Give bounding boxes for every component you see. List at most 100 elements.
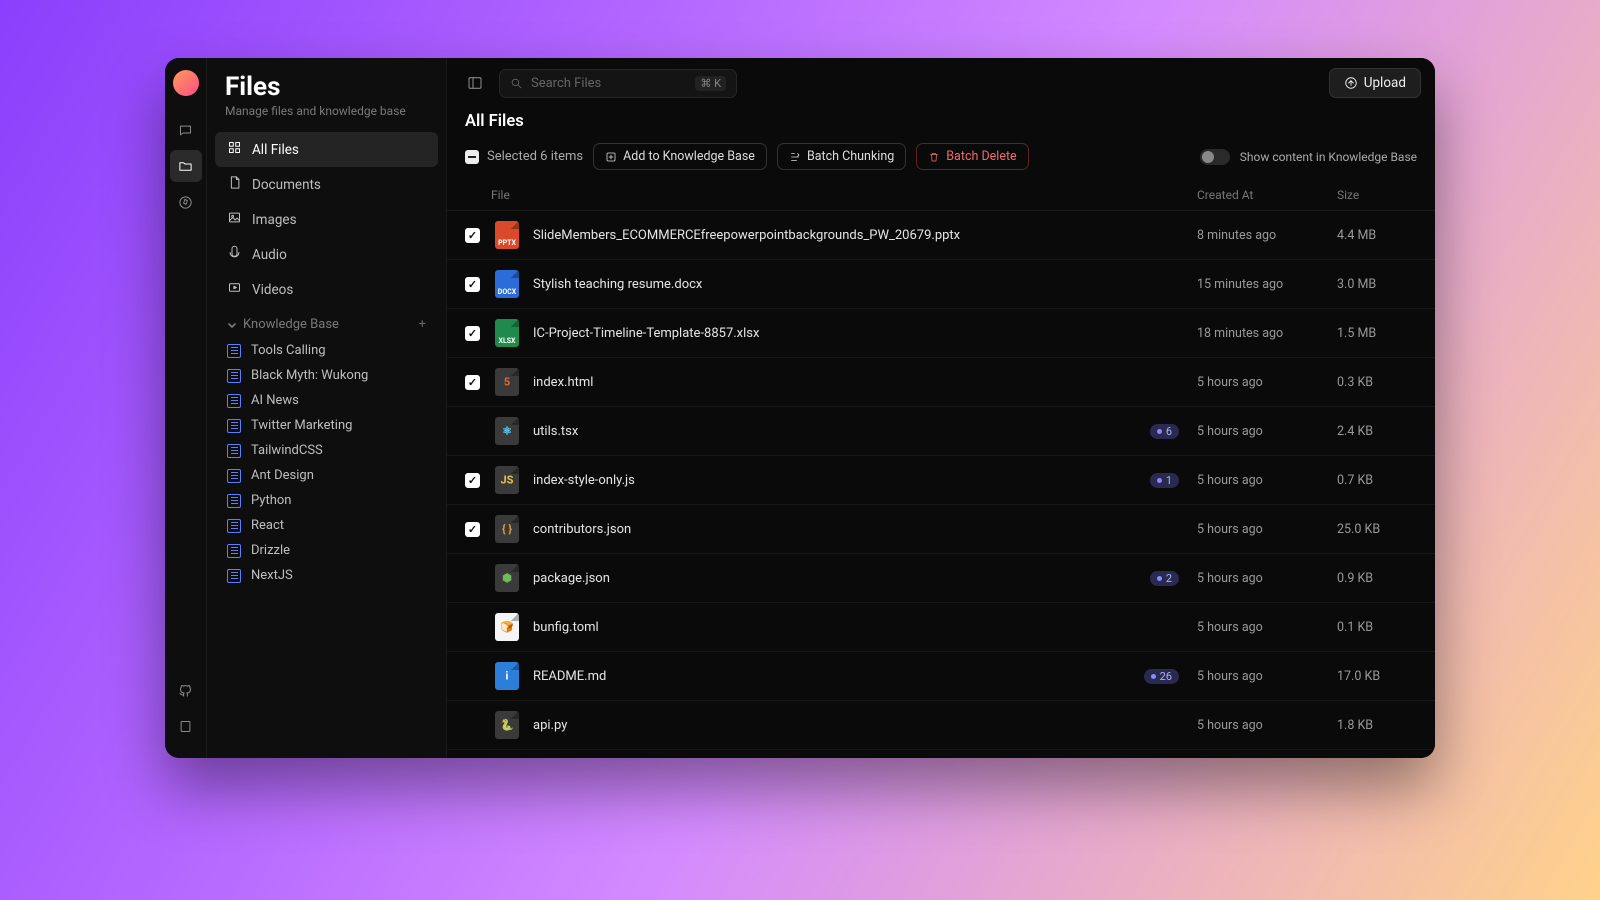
file-row[interactable]: ⬢ package.json 2 5 hours ago 0.9 KB <box>447 554 1435 603</box>
kb-item[interactable]: React <box>215 513 438 538</box>
doc-icon <box>227 444 241 458</box>
file-row[interactable]: DOCX Stylish teaching resume.docx 15 min… <box>447 260 1435 309</box>
row-checkbox[interactable] <box>465 277 480 292</box>
kb-add-button[interactable]: + <box>419 317 426 332</box>
kb-item[interactable]: AI News <box>215 388 438 413</box>
nav-images[interactable]: Images <box>215 202 438 237</box>
add-to-kb-label: Add to Knowledge Base <box>623 149 755 164</box>
nav-audio[interactable]: Audio <box>215 237 438 272</box>
row-checkbox[interactable] <box>465 326 480 341</box>
doc-icon <box>227 544 241 558</box>
row-checkbox[interactable] <box>465 375 480 390</box>
plus-square-icon <box>605 151 617 163</box>
file-row[interactable]: 5 index.html 5 hours ago 0.3 KB <box>447 358 1435 407</box>
file-size: 25.0 KB <box>1337 522 1417 537</box>
page-title: All Files <box>447 108 1435 143</box>
file-row[interactable]: XLSX IC-Project-Timeline-Template-8857.x… <box>447 309 1435 358</box>
file-type-icon: 5 <box>495 368 519 396</box>
desktop-background: Files Manage files and knowledge base Al… <box>0 0 1600 900</box>
file-row[interactable]: PPTX SlideMembers_ECOMMERCEfreepowerpoin… <box>447 211 1435 260</box>
batch-delete-button[interactable]: Batch Delete <box>916 143 1028 170</box>
nav-label: Documents <box>252 177 321 193</box>
row-checkbox[interactable] <box>465 228 480 243</box>
sidebar: Files Manage files and knowledge base Al… <box>207 58 447 758</box>
file-created: 5 hours ago <box>1197 375 1337 390</box>
upload-button[interactable]: Upload <box>1329 68 1421 98</box>
show-in-kb-label: Show content in Knowledge Base <box>1240 150 1417 164</box>
file-type-icon: 🍞 <box>495 613 519 641</box>
file-created: 5 hours ago <box>1197 522 1337 537</box>
chunk-badge: 2 <box>1150 571 1179 586</box>
rail-files[interactable] <box>170 150 202 182</box>
file-name: utils.tsx <box>533 424 1137 439</box>
chat-icon <box>178 123 193 138</box>
table-header: File Created At Size <box>447 180 1435 211</box>
kb-item[interactable]: Twitter Marketing <box>215 413 438 438</box>
kb-item[interactable]: Python <box>215 488 438 513</box>
kb-label: AI News <box>251 393 299 408</box>
nav-documents[interactable]: Documents <box>215 167 438 202</box>
file-name: README.md <box>533 669 1137 684</box>
kb-item[interactable]: Ant Design <box>215 463 438 488</box>
nav-all-files[interactable]: All Files <box>215 132 438 167</box>
sidebar-subtitle: Manage files and knowledge base <box>225 104 428 118</box>
file-type-icon: XLSX <box>495 319 519 347</box>
doc-icon <box>227 344 241 358</box>
kb-item[interactable]: TailwindCSS <box>215 438 438 463</box>
nav-label: Images <box>252 212 297 228</box>
file-row[interactable]: JS index-style-only.js 1 5 hours ago 0.7… <box>447 456 1435 505</box>
col-size[interactable]: Size <box>1337 188 1417 202</box>
file-row[interactable]: { } contributors.json 5 hours ago 25.0 K… <box>447 505 1435 554</box>
file-row[interactable]: M↓ index.mdx 13 5 hours ago 5.4 KB <box>447 750 1435 758</box>
kb-label: React <box>251 518 284 533</box>
collapse-sidebar-button[interactable] <box>461 69 489 97</box>
file-size: 4.4 MB <box>1337 228 1417 243</box>
col-file[interactable]: File <box>489 188 1137 202</box>
nav-videos[interactable]: Videos <box>215 272 438 307</box>
chunk-badge: 26 <box>1144 669 1179 684</box>
file-row[interactable]: ⚛ utils.tsx 6 5 hours ago 2.4 KB <box>447 407 1435 456</box>
file-created: 5 hours ago <box>1197 424 1337 439</box>
show-in-kb-toggle[interactable] <box>1200 149 1230 165</box>
sidebar-title: Files <box>225 72 428 102</box>
file-name: bunfig.toml <box>533 620 1137 635</box>
folder-icon <box>178 159 193 174</box>
doc-icon <box>227 519 241 533</box>
add-to-kb-button[interactable]: Add to Knowledge Base <box>593 143 767 170</box>
doc-icon <box>227 369 241 383</box>
compass-icon <box>178 195 193 210</box>
doc-icon <box>227 175 242 194</box>
search-input[interactable]: Search Files ⌘ K <box>499 69 737 98</box>
kb-item[interactable]: Drizzle <box>215 538 438 563</box>
rail-github[interactable] <box>170 674 202 706</box>
file-created: 5 hours ago <box>1197 620 1337 635</box>
chunk-badge: 1 <box>1150 473 1179 488</box>
rail-docs[interactable] <box>170 710 202 742</box>
kb-section-header[interactable]: Knowledge Base + <box>215 307 438 338</box>
file-name: contributors.json <box>533 522 1137 537</box>
row-checkbox[interactable] <box>465 522 480 537</box>
col-created[interactable]: Created At <box>1197 188 1337 202</box>
file-row[interactable]: 🐍 api.py 5 hours ago 1.8 KB <box>447 701 1435 750</box>
file-created: 5 hours ago <box>1197 571 1337 586</box>
nav-label: Audio <box>252 247 287 263</box>
avatar[interactable] <box>173 70 199 96</box>
search-icon <box>510 77 523 90</box>
trash-icon <box>928 151 940 163</box>
kb-item[interactable]: Black Myth: Wukong <box>215 363 438 388</box>
file-name: index.html <box>533 375 1137 390</box>
audio-icon <box>227 245 242 264</box>
file-name: Stylish teaching resume.docx <box>533 277 1137 292</box>
rail-chat[interactable] <box>170 114 202 146</box>
file-row[interactable]: i README.md 26 5 hours ago 17.0 KB <box>447 652 1435 701</box>
file-created: 18 minutes ago <box>1197 326 1337 341</box>
file-type-icon: i <box>495 662 519 690</box>
rail-explore[interactable] <box>170 186 202 218</box>
kb-item[interactable]: NextJS <box>215 563 438 588</box>
select-all-checkbox[interactable] <box>465 150 479 164</box>
file-type-icon: ⚛ <box>495 417 519 445</box>
row-checkbox[interactable] <box>465 473 480 488</box>
batch-chunk-button[interactable]: Batch Chunking <box>777 143 906 170</box>
file-row[interactable]: 🍞 bunfig.toml 5 hours ago 0.1 KB <box>447 603 1435 652</box>
kb-item[interactable]: Tools Calling <box>215 338 438 363</box>
